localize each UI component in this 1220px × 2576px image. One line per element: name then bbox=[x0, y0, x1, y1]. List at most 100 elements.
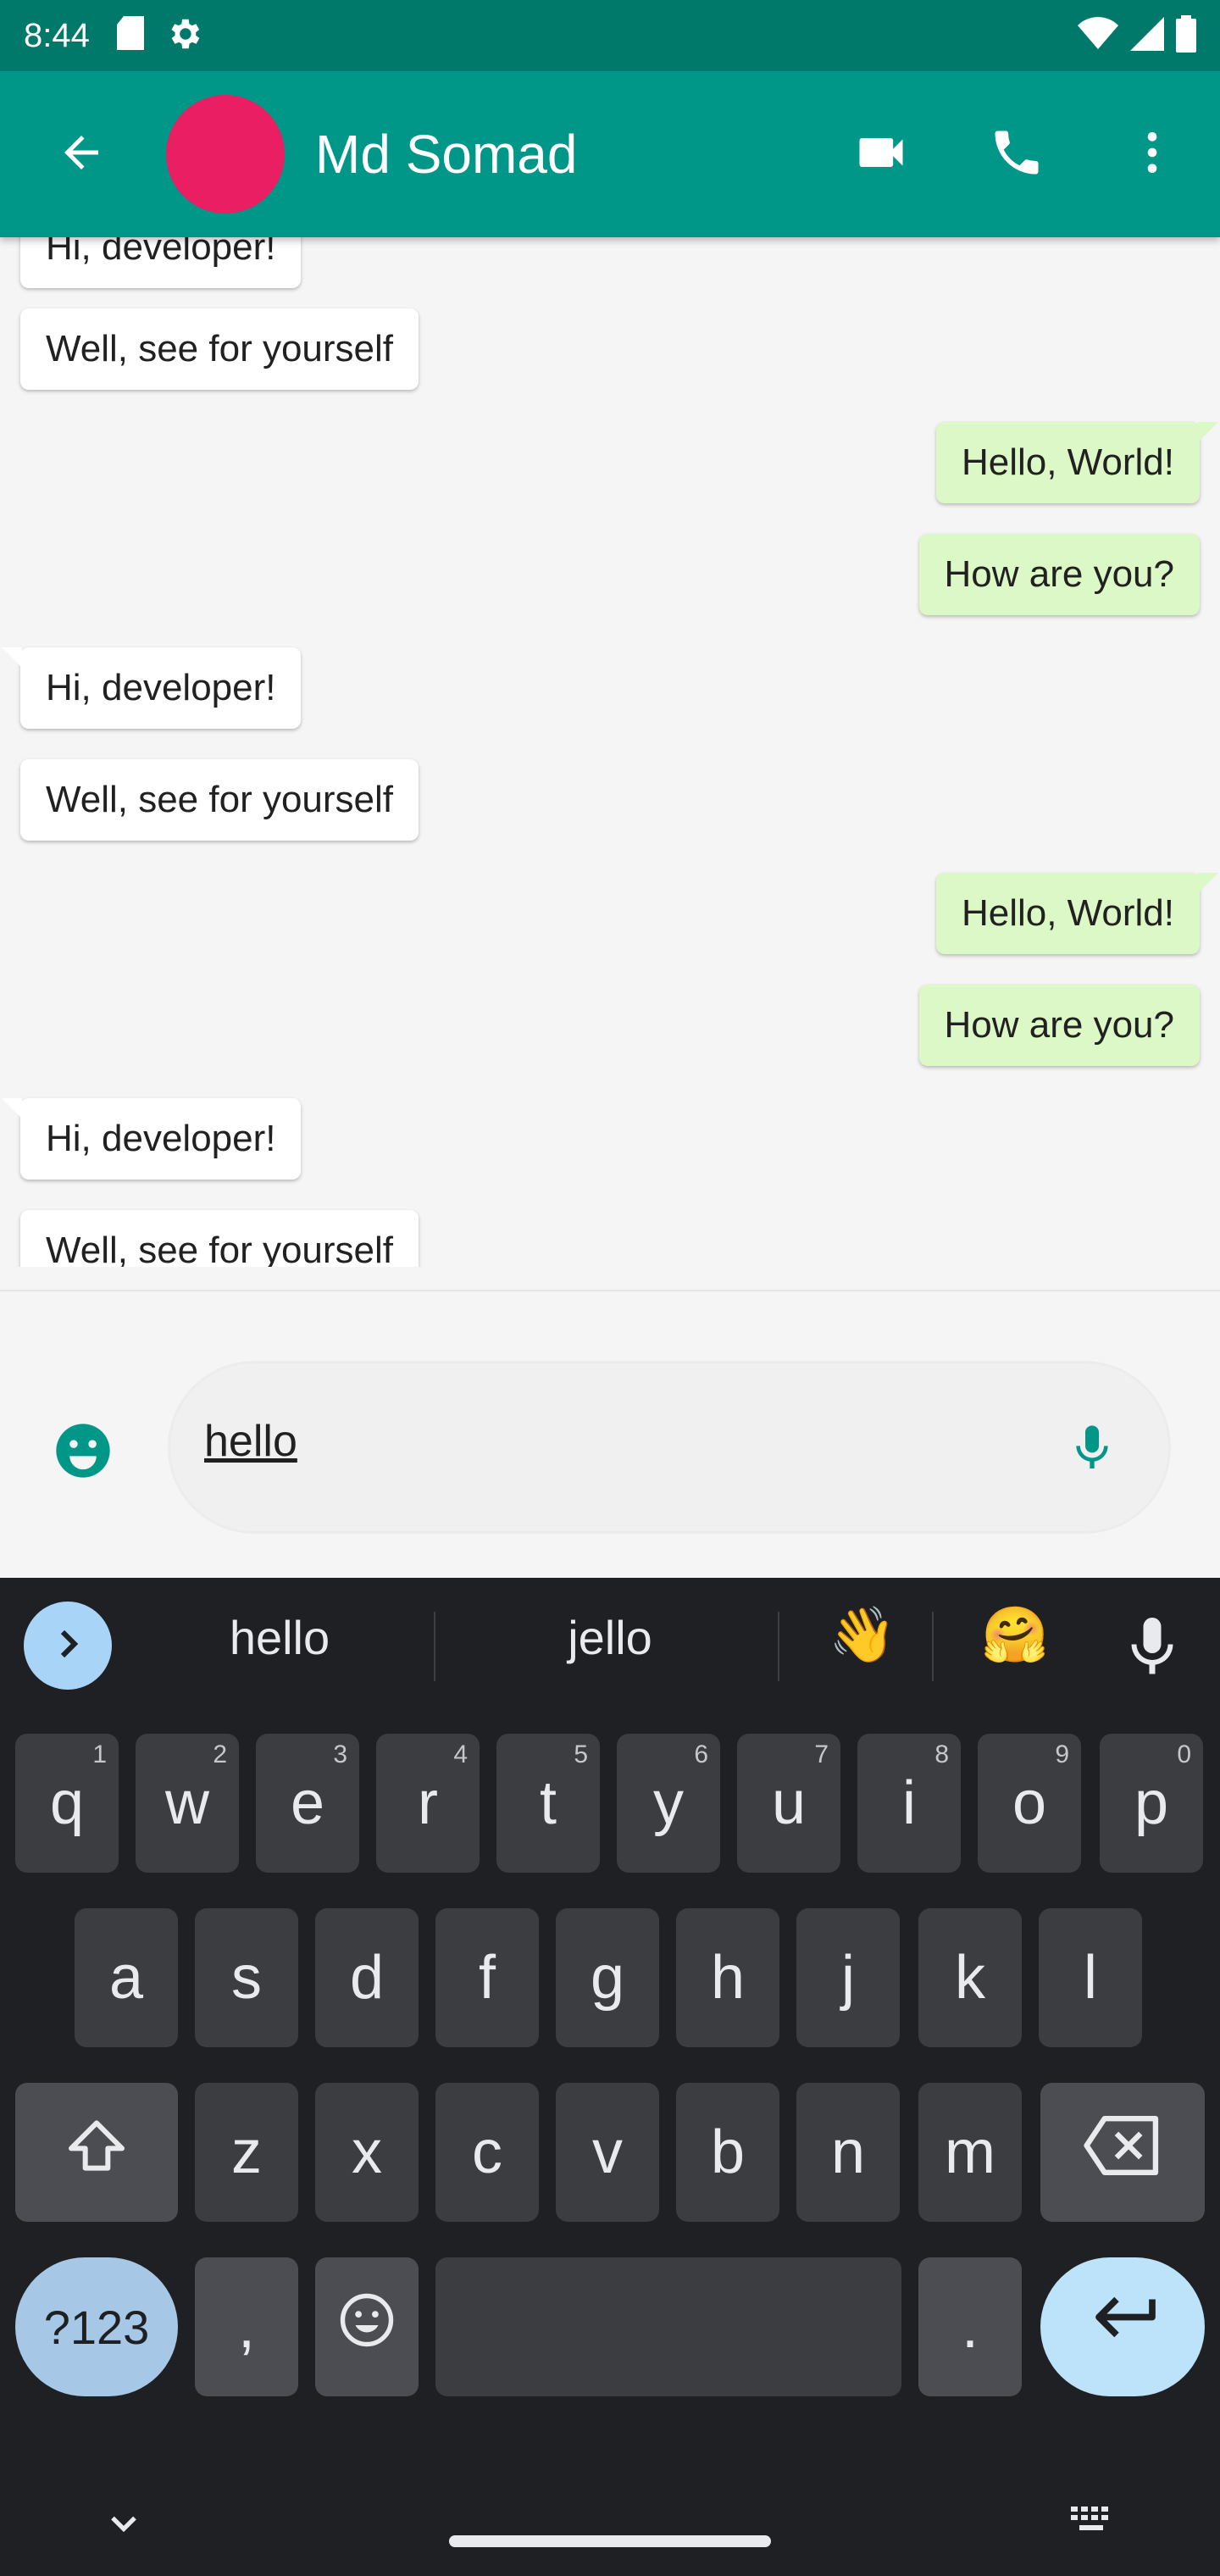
video-call-button[interactable] bbox=[813, 86, 949, 222]
more-options-button[interactable] bbox=[1084, 86, 1220, 222]
back-button[interactable] bbox=[34, 107, 129, 202]
enter-key[interactable] bbox=[1040, 2257, 1205, 2396]
message-bubble-outgoing[interactable]: Hello, World! bbox=[935, 873, 1218, 954]
settings-gear-icon bbox=[164, 14, 203, 58]
contact-name[interactable]: Md Somad bbox=[315, 123, 577, 186]
message-bubble-outgoing[interactable]: How are you? bbox=[918, 985, 1200, 1066]
avatar[interactable] bbox=[166, 95, 285, 214]
message-bubble-incoming[interactable]: Well, see for yourself bbox=[20, 759, 419, 841]
key-hint: 2 bbox=[213, 1740, 227, 1768]
message-text: Hi, developer! bbox=[46, 237, 276, 268]
key-a[interactable]: a bbox=[75, 1908, 178, 2047]
key-label: l bbox=[1084, 1944, 1097, 2012]
key-hint: 7 bbox=[814, 1740, 829, 1768]
backspace-key[interactable] bbox=[1040, 2083, 1205, 2222]
comma-key[interactable]: , bbox=[195, 2257, 298, 2396]
shift-key[interactable] bbox=[15, 2083, 178, 2222]
key-label: d bbox=[349, 1944, 385, 2012]
expand-toolbar-button[interactable] bbox=[24, 1602, 112, 1690]
key-h[interactable]: h bbox=[676, 1908, 779, 2047]
message-text: Hi, developer! bbox=[46, 667, 276, 708]
message-list[interactable]: Hi, developer! Well, see for yourself He… bbox=[0, 237, 1220, 1267]
mic-icon bbox=[1117, 1618, 1188, 1686]
hide-keyboard-button[interactable] bbox=[102, 2501, 146, 2550]
key-label: t bbox=[539, 1769, 557, 1837]
key-label: m bbox=[945, 2118, 995, 2186]
divider bbox=[932, 1612, 934, 1681]
key-j[interactable]: j bbox=[796, 1908, 900, 2047]
message-bubble-incoming[interactable]: Well, see for yourself bbox=[20, 1210, 419, 1267]
space-key[interactable] bbox=[435, 2257, 901, 2396]
key-q[interactable]: q1 bbox=[15, 1734, 119, 1873]
key-o[interactable]: o9 bbox=[978, 1734, 1081, 1873]
message-bubble-incoming[interactable]: Hi, developer! bbox=[2, 1098, 302, 1180]
key-s[interactable]: s bbox=[195, 1908, 298, 2047]
keyboard-icon bbox=[1069, 2507, 1117, 2539]
key-g[interactable]: g bbox=[556, 1908, 659, 2047]
voice-input-button[interactable] bbox=[1117, 1612, 1188, 1687]
key-x[interactable]: x bbox=[315, 2083, 419, 2222]
key-hint: 9 bbox=[1055, 1740, 1069, 1768]
message-bubble-incoming[interactable]: Hi, developer! bbox=[2, 647, 302, 729]
key-n[interactable]: n bbox=[796, 2083, 900, 2222]
key-v[interactable]: v bbox=[556, 2083, 659, 2222]
key-p[interactable]: p0 bbox=[1100, 1734, 1203, 1873]
key-t[interactable]: t5 bbox=[496, 1734, 600, 1873]
key-e[interactable]: e3 bbox=[256, 1734, 359, 1873]
key-c[interactable]: c bbox=[435, 2083, 539, 2222]
suggestion-word[interactable]: hello bbox=[195, 1610, 364, 1665]
key-label: p bbox=[1134, 1769, 1169, 1837]
backspace-icon bbox=[1084, 2115, 1162, 2190]
message-text: Well, see for yourself bbox=[46, 328, 394, 369]
status-bar: 8:44 bbox=[0, 0, 1220, 71]
wifi-icon bbox=[1078, 16, 1118, 55]
message-bubble-outgoing[interactable]: Hello, World! bbox=[935, 422, 1218, 503]
message-bubble-incoming[interactable]: Hi, developer! bbox=[20, 237, 302, 288]
key-u[interactable]: u7 bbox=[737, 1734, 840, 1873]
key-label: v bbox=[592, 2118, 623, 2186]
key-hint: 6 bbox=[694, 1740, 708, 1768]
key-k[interactable]: k bbox=[918, 1908, 1022, 2047]
key-hint: 3 bbox=[333, 1740, 347, 1768]
period-key[interactable]: . bbox=[918, 2257, 1022, 2396]
soft-keyboard: hello jello 👋 🤗 q1 w2 e3 r4 t5 y6 u7 i8 … bbox=[0, 1578, 1220, 2576]
key-y[interactable]: y6 bbox=[617, 1734, 720, 1873]
key-b[interactable]: b bbox=[676, 2083, 779, 2222]
chevron-down-icon bbox=[102, 2516, 146, 2549]
key-label: y bbox=[653, 1769, 684, 1837]
message-bubble-incoming[interactable]: Well, see for yourself bbox=[20, 308, 419, 390]
message-text: Hello, World! bbox=[961, 892, 1174, 934]
message-input-value[interactable]: hello bbox=[204, 1416, 297, 1467]
voice-call-button[interactable] bbox=[949, 86, 1084, 222]
switch-keyboard-button[interactable] bbox=[1069, 2505, 1117, 2540]
key-label: k bbox=[955, 1944, 985, 2012]
emoji-key[interactable] bbox=[315, 2257, 419, 2396]
key-label: x bbox=[352, 2118, 382, 2186]
key-f[interactable]: f bbox=[435, 1908, 539, 2047]
symbols-key[interactable]: ?123 bbox=[15, 2257, 178, 2396]
key-m[interactable]: m bbox=[918, 2083, 1022, 2222]
smiley-icon bbox=[336, 2290, 397, 2365]
suggestion-emoji[interactable]: 👋 bbox=[829, 1603, 896, 1667]
key-label: f bbox=[478, 1944, 496, 2012]
key-w[interactable]: w2 bbox=[136, 1734, 239, 1873]
emoji-button[interactable] bbox=[41, 1410, 125, 1495]
key-z[interactable]: z bbox=[195, 2083, 298, 2222]
smiley-icon bbox=[51, 1418, 115, 1487]
message-input[interactable]: hello bbox=[168, 1361, 1171, 1534]
battery-icon bbox=[1176, 14, 1196, 57]
key-label: . bbox=[961, 2293, 979, 2361]
chevron-right-icon bbox=[47, 1624, 88, 1668]
key-i[interactable]: i8 bbox=[857, 1734, 961, 1873]
message-bubble-outgoing[interactable]: How are you? bbox=[918, 534, 1200, 615]
key-d[interactable]: d bbox=[315, 1908, 419, 2047]
status-time: 8:44 bbox=[24, 16, 90, 54]
suggestion-emoji[interactable]: 🤗 bbox=[981, 1603, 1049, 1667]
key-r[interactable]: r4 bbox=[376, 1734, 480, 1873]
voice-record-button[interactable] bbox=[1050, 1407, 1134, 1492]
suggestion-word[interactable]: jello bbox=[525, 1610, 695, 1665]
key-label: i bbox=[902, 1769, 916, 1837]
key-l[interactable]: l bbox=[1039, 1908, 1142, 2047]
home-gesture-handle[interactable] bbox=[449, 2535, 771, 2547]
message-text: Hi, developer! bbox=[46, 1118, 276, 1159]
